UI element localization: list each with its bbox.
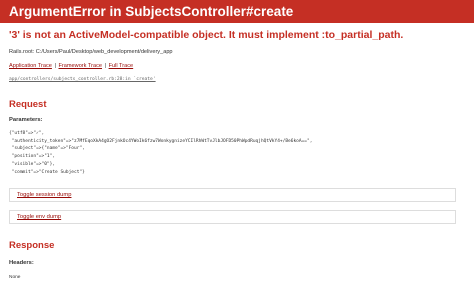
trace-separator: | (54, 63, 56, 69)
framework-trace-link[interactable]: Framework Trace (59, 63, 103, 69)
trace-links: Application Trace | Framework Trace | Fu… (9, 63, 133, 69)
env-dump-box: Toggle env dump (9, 210, 456, 224)
trace-separator: | (104, 63, 107, 69)
rails-root-path: Rails.root: C:/Users/Paul/Desktop/web_de… (9, 49, 173, 55)
page-title: ArgumentError in SubjectsController#crea… (9, 4, 294, 19)
parameters-label: Parameters: (9, 117, 43, 123)
session-dump-box: Toggle session dump (9, 188, 456, 202)
application-trace-link[interactable]: Application Trace (9, 63, 52, 69)
full-trace-link[interactable]: Full Trace (109, 63, 134, 69)
parameters-dump: {"utf8"=>"✓", "authenticity_token"=>"z7M… (9, 131, 313, 175)
error-title-bar: ArgumentError in SubjectsController#crea… (0, 0, 474, 23)
trace-line-link[interactable]: app/controllers/subjects_controller.rb:2… (9, 77, 156, 82)
headers-value: None (9, 275, 21, 280)
request-heading: Request (9, 99, 47, 110)
toggle-session-dump-link[interactable]: Toggle session dump (17, 192, 71, 198)
error-message: '3' is not an ActiveModel-compatible obj… (9, 29, 404, 41)
headers-label: Headers: (9, 260, 34, 266)
response-heading: Response (9, 240, 55, 251)
toggle-env-dump-link[interactable]: Toggle env dump (17, 214, 61, 220)
